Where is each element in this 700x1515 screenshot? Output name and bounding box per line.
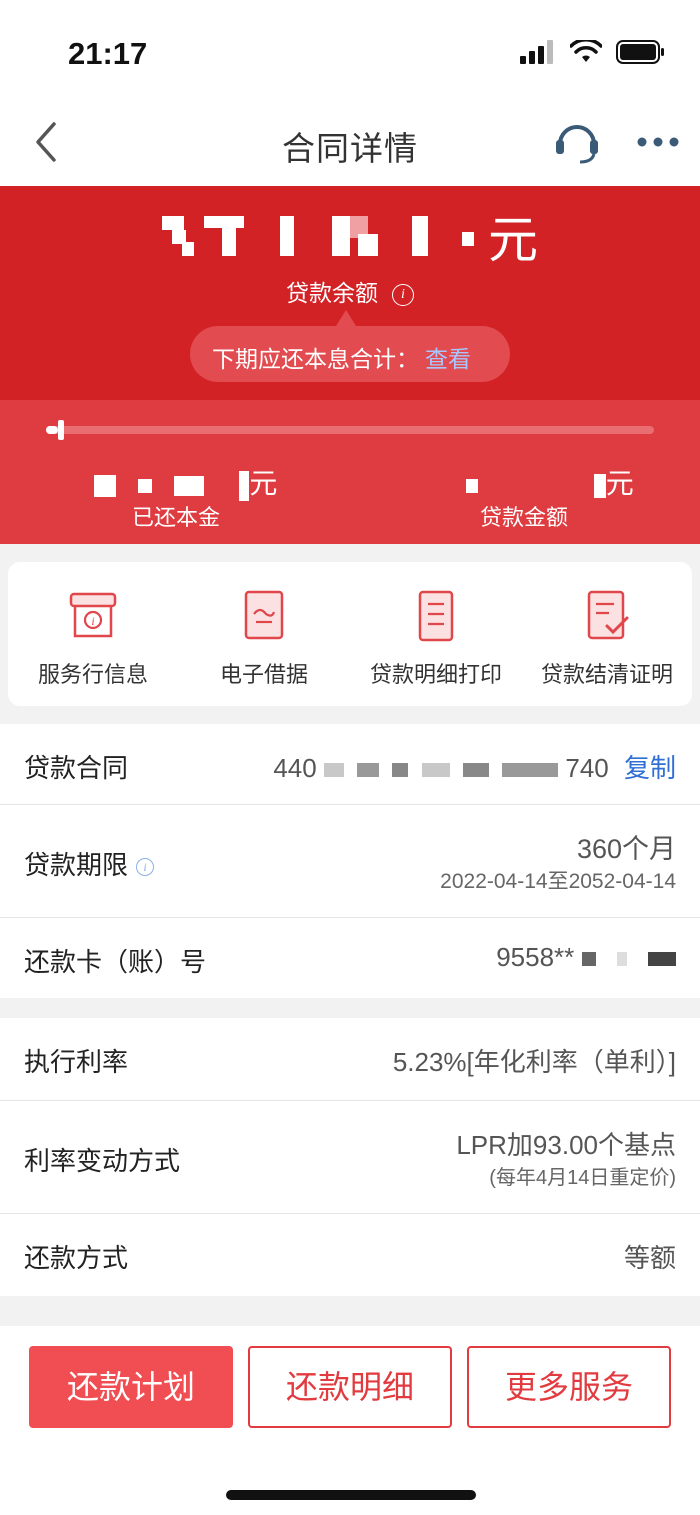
loan-amount-value: 元 bbox=[466, 462, 634, 502]
repayment-card-label: 还款卡（账）号 bbox=[24, 947, 207, 977]
repay-method-value: 等额 bbox=[623, 1243, 676, 1273]
svg-text:i: i bbox=[91, 614, 94, 628]
shortcut-loan-detail-print[interactable]: 贷款明细打印 bbox=[368, 588, 504, 689]
repayment-plan-button[interactable]: 还款计划 bbox=[29, 1346, 233, 1428]
term-info-icon[interactable]: i bbox=[136, 858, 155, 877]
service-shortcuts: i 服务行信息 电子借据 贷款明细打印 贷款结清证明 bbox=[8, 562, 692, 706]
battery-icon bbox=[616, 40, 664, 64]
more-services-button[interactable]: 更多服务 bbox=[467, 1346, 671, 1428]
loan-amount-label: 贷款金额 bbox=[480, 505, 569, 530]
print-detail-icon bbox=[418, 590, 454, 642]
repayment-progress-knob bbox=[58, 420, 64, 440]
repayment-card-number: 9558** bbox=[496, 942, 676, 973]
loan-term-value: 360个月 bbox=[576, 834, 676, 864]
next-payment-tooltip: 下期应还本息合计： 查看 bbox=[190, 326, 510, 382]
repaid-principal-label: 已还本金 bbox=[132, 505, 221, 530]
bottom-action-bar: 还款计划 还款明细 更多服务 bbox=[0, 1326, 700, 1515]
rate-change-value: LPR加93.00个基点 bbox=[456, 1130, 676, 1160]
loan-balance-panel: 元 贷款余额 i 下期应还本息合计： 查看 bbox=[0, 186, 700, 400]
wifi-icon bbox=[570, 40, 602, 62]
contract-number-prefix: 440 bbox=[273, 753, 317, 783]
status-icons bbox=[520, 40, 666, 64]
shortcut-settlement-certificate[interactable]: 贷款结清证明 bbox=[538, 588, 676, 689]
loan-term-range: 2022-04-14至2052-04-14 bbox=[440, 870, 676, 893]
repayment-progress-bar bbox=[46, 420, 654, 440]
repay-method-row: 还款方式 等额 bbox=[0, 1214, 700, 1296]
customer-service-headset-icon[interactable] bbox=[552, 116, 602, 166]
execution-rate-value: 5.23%[年化利率（单利）] bbox=[392, 1047, 676, 1077]
repayment-progress-panel: 元 已还本金 元 贷款金额 bbox=[0, 400, 700, 544]
shortcut-e-receipt[interactable]: 电子借据 bbox=[216, 588, 312, 689]
repaid-principal-amount: 元 bbox=[94, 462, 277, 502]
repayment-progress-fill bbox=[46, 426, 59, 434]
repayment-card-row: 还款卡（账）号 9558** bbox=[0, 918, 700, 998]
shortcut-service-bank-info[interactable]: i 服务行信息 bbox=[36, 588, 150, 689]
cellular-signal-icon bbox=[520, 40, 553, 64]
shortcut-label: 服务行信息 bbox=[37, 662, 148, 687]
loan-balance-amount: 元 bbox=[0, 200, 700, 272]
repayment-detail-button[interactable]: 还款明细 bbox=[248, 1346, 452, 1428]
rate-change-row: 利率变动方式 LPR加93.00个基点 (每年4月14日重定价) bbox=[0, 1101, 700, 1214]
tooltip-arrow bbox=[336, 310, 356, 326]
redacted-amount bbox=[162, 216, 474, 256]
repaid-currency-suffix: 元 bbox=[249, 468, 278, 499]
shortcut-label: 贷款结清证明 bbox=[540, 662, 673, 687]
repay-method-label: 还款方式 bbox=[24, 1243, 129, 1273]
contract-number-suffix: 740 bbox=[565, 753, 609, 783]
rate-details-section: 执行利率 5.23%[年化利率（单利）] 利率变动方式 LPR加93.00个基点… bbox=[0, 1018, 700, 1296]
shop-info-icon: i bbox=[69, 592, 117, 638]
home-indicator bbox=[226, 1490, 476, 1500]
contract-row: 贷款合同 440 740 复制 bbox=[0, 724, 700, 805]
status-bar: 21:17 bbox=[0, 0, 700, 100]
execution-rate-label: 执行利率 bbox=[24, 1047, 129, 1077]
status-time: 21:17 bbox=[68, 36, 148, 71]
settlement-cert-icon bbox=[587, 590, 629, 640]
contract-label: 贷款合同 bbox=[24, 753, 129, 783]
contract-number: 440 740 复制 bbox=[273, 748, 676, 785]
amount-currency-suffix: 元 bbox=[488, 212, 538, 268]
next-payment-label: 下期应还本息合计： bbox=[212, 346, 419, 372]
balance-label: 贷款余额 bbox=[286, 280, 378, 306]
contract-details-section: 贷款合同 440 740 复制 贷款期限 i 360个月 2022-04-14至2… bbox=[0, 724, 700, 998]
loan-term-row: 贷款期限 i 360个月 2022-04-14至2052-04-14 bbox=[0, 805, 700, 918]
rate-change-schedule: (每年4月14日重定价) bbox=[489, 1167, 676, 1189]
loan-currency-suffix: 元 bbox=[605, 468, 634, 499]
e-receipt-icon bbox=[244, 590, 284, 640]
balance-label-row: 贷款余额 i bbox=[0, 274, 700, 308]
execution-rate-row: 执行利率 5.23%[年化利率（单利）] bbox=[0, 1018, 700, 1101]
loan-term-label: 贷款期限 bbox=[24, 850, 129, 880]
more-options-icon[interactable] bbox=[636, 136, 680, 148]
shortcut-label: 贷款明细打印 bbox=[369, 662, 502, 687]
view-next-payment-link[interactable]: 查看 bbox=[425, 346, 471, 372]
copy-contract-button[interactable]: 复制 bbox=[624, 753, 676, 783]
rate-change-label: 利率变动方式 bbox=[24, 1146, 181, 1176]
shortcut-label: 电子借据 bbox=[219, 662, 308, 687]
info-icon[interactable]: i bbox=[392, 283, 414, 306]
navigation-bar: 合同详情 bbox=[0, 100, 700, 186]
